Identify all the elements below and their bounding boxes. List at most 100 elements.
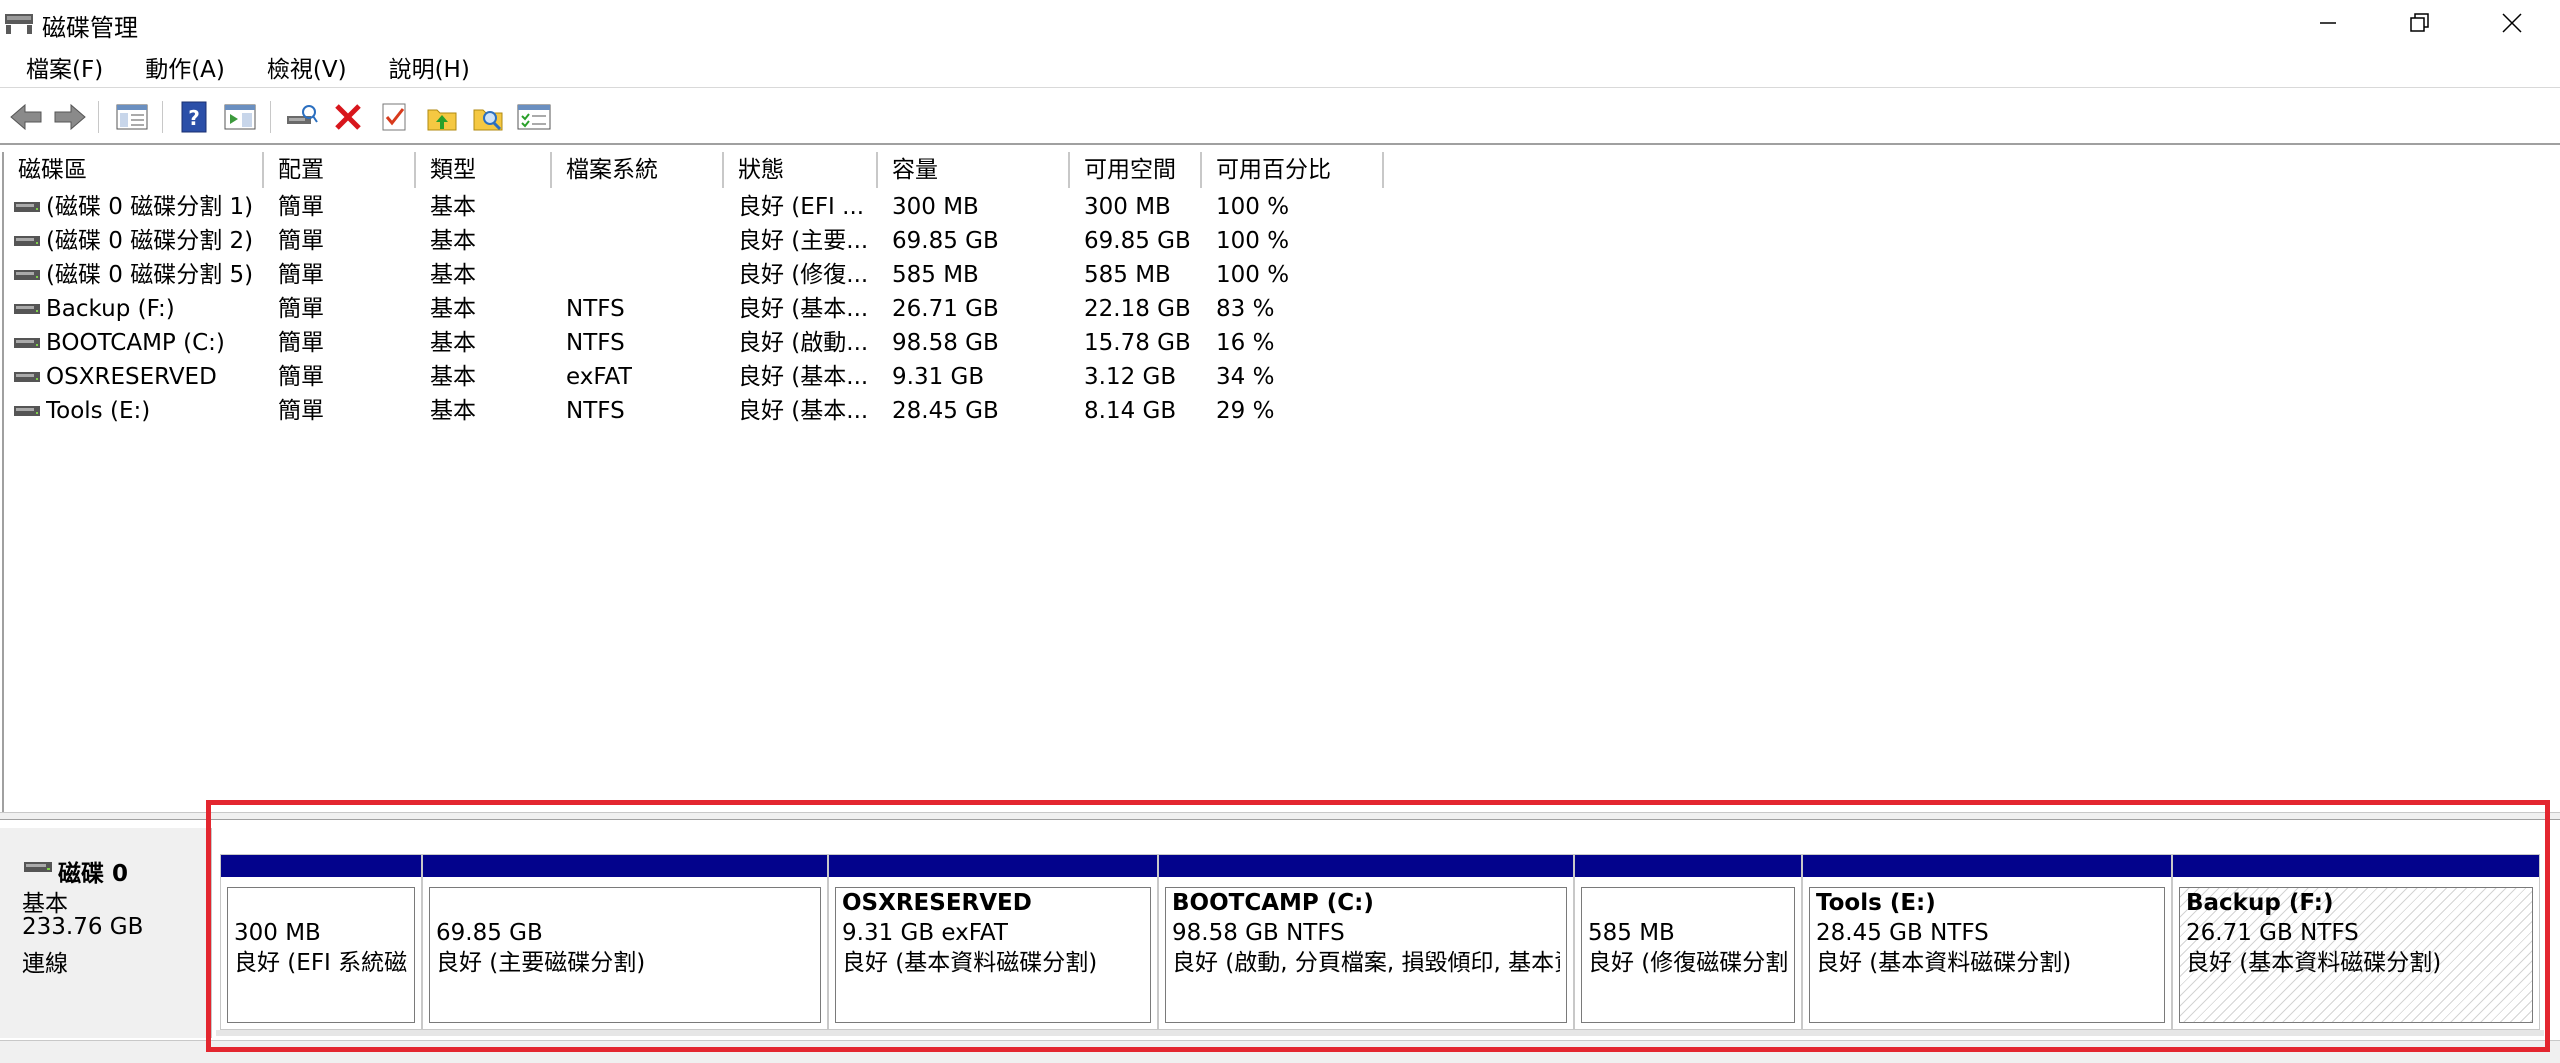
partition-bootcamp[interactable]: BOOTCAMP (C:) 98.58 GB NTFS 良好 (啟動, 分頁檔案… xyxy=(1158,854,1574,1030)
cell-volume: (磁碟 0 磁碟分割 2) xyxy=(46,228,254,254)
menu-file[interactable]: 檔案(F) xyxy=(22,50,107,84)
cell-type: 基本 xyxy=(430,364,476,390)
partition-title: BOOTCAMP (C:) xyxy=(1172,890,1374,916)
col-type-header[interactable]: 類型 xyxy=(416,152,552,188)
partition-status: 良好 (EFI 系統磁碟分割) xyxy=(234,950,408,976)
drive-icon xyxy=(14,338,40,348)
disk-name: 磁碟 0 xyxy=(58,861,129,887)
col-layout-header[interactable]: 配置 xyxy=(264,152,416,188)
menu-action[interactable]: 動作(A) xyxy=(141,50,229,84)
disk-graphical-view: 磁碟 0 基本 233.76 GB 連線 300 MB 良好 (EFI 系統磁碟… xyxy=(0,820,2560,1063)
close-button[interactable] xyxy=(2466,0,2558,46)
col-volume-header[interactable]: 磁碟區 xyxy=(4,152,264,188)
drive-icon xyxy=(14,236,40,246)
delete-icon xyxy=(335,104,361,130)
cell-volume: OSXRESERVED xyxy=(46,364,217,390)
list-view-button[interactable] xyxy=(516,99,552,135)
partition-status: 良好 (主要磁碟分割) xyxy=(436,950,646,976)
menu-help[interactable]: 說明(H) xyxy=(385,50,474,84)
partition-status: 良好 (修復磁碟分割) xyxy=(1588,950,1788,976)
cell-volume: (磁碟 0 磁碟分割 5) xyxy=(46,262,254,288)
disk-info-panel[interactable]: 磁碟 0 基本 233.76 GB 連線 xyxy=(0,828,212,1038)
show-action-pane-button[interactable] xyxy=(222,99,258,135)
table-row[interactable]: Backup (F:) 簡單 基本 NTFS 良好 (基本... 26.71 G… xyxy=(4,292,1404,326)
partition-primary[interactable]: 69.85 GB 良好 (主要磁碟分割) xyxy=(422,854,828,1030)
back-button[interactable] xyxy=(8,99,44,135)
cell-capacity: 26.71 GB xyxy=(892,296,999,322)
partition-body: 585 MB 良好 (修復磁碟分割) xyxy=(1581,887,1795,1023)
partition-size: 9.31 GB exFAT xyxy=(842,920,1008,946)
partition-bar xyxy=(423,855,827,877)
forward-button[interactable] xyxy=(52,99,88,135)
toolbar-separator xyxy=(270,101,271,133)
toolbar-separator xyxy=(98,101,99,133)
drive-icon xyxy=(14,406,40,416)
table-row[interactable]: OSXRESERVED 簡單 基本 exFAT 良好 (基本... 9.31 G… xyxy=(4,360,1404,394)
cell-free-space: 15.78 GB xyxy=(1084,330,1191,356)
partition-title: OSXRESERVED xyxy=(842,890,1032,916)
partition-backup[interactable]: Backup (F:) 26.71 GB NTFS 良好 (基本資料磁碟分割) xyxy=(2172,854,2540,1030)
help-button[interactable]: ? xyxy=(176,99,212,135)
partition-body: 300 MB 良好 (EFI 系統磁碟分割) xyxy=(227,887,415,1023)
partition-osxreserved[interactable]: OSXRESERVED 9.31 GB exFAT 良好 (基本資料磁碟分割) xyxy=(828,854,1158,1030)
cell-percent-free: 100 % xyxy=(1216,262,1290,288)
col-free-space-header[interactable]: 可用空間 xyxy=(1070,152,1202,188)
menu-view[interactable]: 檢視(V) xyxy=(263,50,351,84)
pane-splitter[interactable] xyxy=(0,812,2560,820)
partition-tools[interactable]: Tools (E:) 28.45 GB NTFS 良好 (基本資料磁碟分割) xyxy=(1802,854,2172,1030)
col-capacity-header[interactable]: 容量 xyxy=(878,152,1070,188)
cell-type: 基本 xyxy=(430,228,476,254)
col-percent-free-header[interactable]: 可用百分比 xyxy=(1202,152,1384,188)
partition-scrollbar[interactable] xyxy=(216,1030,2544,1036)
table-row[interactable]: (磁碟 0 磁碟分割 2) 簡單 基本 良好 (主要... 69.85 GB 6… xyxy=(4,224,1404,258)
partition-status: 良好 (基本資料磁碟分割) xyxy=(842,950,1098,976)
partition-efi[interactable]: 300 MB 良好 (EFI 系統磁碟分割) xyxy=(220,854,422,1030)
partition-status: 良好 (基本資料磁碟分割) xyxy=(2186,950,2442,976)
delete-button[interactable] xyxy=(330,99,366,135)
minimize-button[interactable] xyxy=(2282,0,2374,46)
cell-status: 良好 (基本... xyxy=(738,398,869,424)
cell-volume: Tools (E:) xyxy=(46,398,151,424)
check-properties-icon xyxy=(382,103,406,131)
col-status-header[interactable]: 狀態 xyxy=(724,152,878,188)
partition-bar xyxy=(829,855,1157,877)
partition-title xyxy=(234,888,408,918)
explore-button[interactable] xyxy=(470,99,506,135)
cell-capacity: 585 MB xyxy=(892,262,979,288)
open-button[interactable] xyxy=(424,99,460,135)
drive-icon xyxy=(14,270,40,280)
restore-button[interactable] xyxy=(2374,0,2466,46)
title-bar: 磁碟管理 xyxy=(0,0,2560,46)
partition-bar xyxy=(1803,855,2171,877)
back-arrow-icon xyxy=(10,103,42,131)
cell-filesystem: NTFS xyxy=(566,330,625,356)
cell-status: 良好 (EFI ... xyxy=(738,194,865,220)
table-row[interactable]: Tools (E:) 簡單 基本 NTFS 良好 (基本... 28.45 GB… xyxy=(4,394,1404,428)
properties-button[interactable] xyxy=(376,99,412,135)
partition-status: 良好 (基本資料磁碟分割) xyxy=(1816,950,2072,976)
cell-type: 基本 xyxy=(430,398,476,424)
cell-percent-free: 34 % xyxy=(1216,364,1275,390)
partition-body-selected: Backup (F:) 26.71 GB NTFS 良好 (基本資料磁碟分割) xyxy=(2179,887,2533,1023)
cell-filesystem: NTFS xyxy=(566,296,625,322)
col-filesystem-header[interactable]: 檔案系統 xyxy=(552,152,724,188)
partition-bar xyxy=(1575,855,1801,877)
drive-icon xyxy=(14,202,40,212)
cell-free-space: 69.85 GB xyxy=(1084,228,1191,254)
cell-capacity: 98.58 GB xyxy=(892,330,999,356)
cell-filesystem: exFAT xyxy=(566,364,633,390)
show-console-tree-button[interactable] xyxy=(114,99,150,135)
cell-capacity: 9.31 GB xyxy=(892,364,985,390)
connect-disk-button[interactable] xyxy=(284,99,320,135)
menu-bar: 檔案(F) 動作(A) 檢視(V) 說明(H) xyxy=(0,46,2560,88)
list-header: 磁碟區 配置 類型 檔案系統 狀態 容量 可用空間 可用百分比 xyxy=(4,152,2560,188)
table-row[interactable]: (磁碟 0 磁碟分割 5) 簡單 基本 良好 (修復... 585 MB 585… xyxy=(4,258,1404,292)
toolbar: ? xyxy=(0,89,2560,145)
partition-recovery[interactable]: 585 MB 良好 (修復磁碟分割) xyxy=(1574,854,1802,1030)
table-row[interactable]: BOOTCAMP (C:) 簡單 基本 NTFS 良好 (啟動... 98.58… xyxy=(4,326,1404,360)
disk-size: 233.76 GB xyxy=(22,914,144,940)
cell-layout: 簡單 xyxy=(278,228,324,254)
cell-type: 基本 xyxy=(430,262,476,288)
volume-list: 磁碟區 配置 類型 檔案系統 狀態 容量 可用空間 可用百分比 (磁碟 0 磁碟… xyxy=(2,152,2558,812)
table-row[interactable]: (磁碟 0 磁碟分割 1) 簡單 基本 良好 (EFI ... 300 MB 3… xyxy=(4,190,1404,224)
